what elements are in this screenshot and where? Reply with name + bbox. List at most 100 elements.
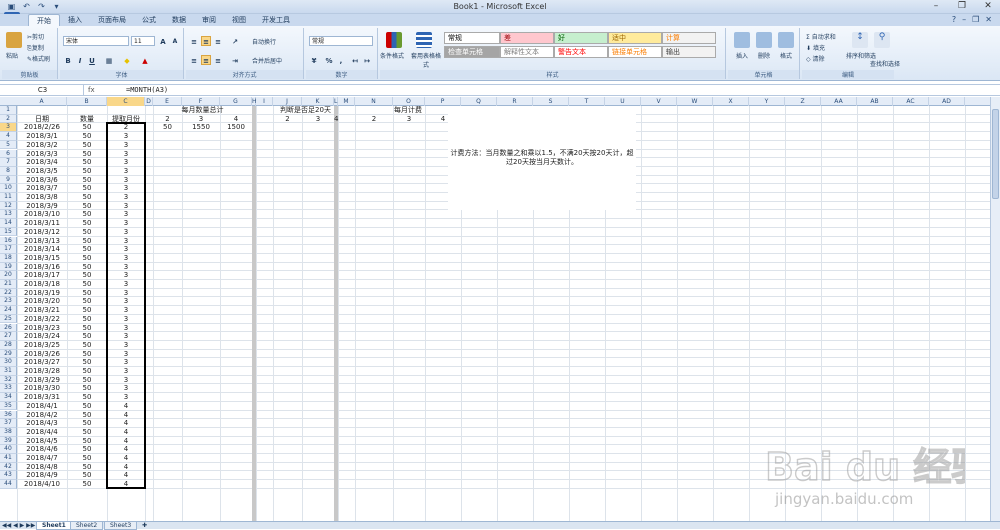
cell[interactable]: 50: [67, 428, 107, 436]
row-header[interactable]: 34: [0, 393, 17, 402]
number-format-combo[interactable]: 常规: [309, 36, 373, 46]
border-icon[interactable]: ▦: [104, 55, 114, 65]
cell[interactable]: 2018/3/7: [17, 184, 67, 192]
tab-5[interactable]: 审阅: [194, 14, 224, 26]
restore-icon[interactable]: ❐: [956, 1, 968, 11]
sheet-nav-arrows-icon[interactable]: ◀◀ ◀ ▶ ▶▶: [2, 522, 35, 529]
cell[interactable]: 4: [220, 115, 252, 123]
cell[interactable]: 2018/3/1: [17, 132, 67, 140]
cell-style-8[interactable]: 链接单元格: [608, 46, 662, 58]
orientation-icon[interactable]: ↗: [230, 36, 240, 46]
cell[interactable]: 50: [67, 402, 107, 410]
row-header[interactable]: 41: [0, 454, 17, 463]
cell[interactable]: 2018/3/20: [17, 297, 67, 305]
decrease-decimal-icon[interactable]: ↦: [362, 55, 372, 65]
row-header[interactable]: 10: [0, 184, 17, 193]
column-header-S[interactable]: S: [533, 97, 569, 106]
cell[interactable]: 50: [67, 463, 107, 471]
cell[interactable]: 2018/3/8: [17, 193, 67, 201]
column-header-E[interactable]: E: [153, 97, 182, 106]
cell[interactable]: 2018/3/31: [17, 393, 67, 401]
cell[interactable]: 50: [67, 254, 107, 262]
shrink-font-button[interactable]: A: [170, 36, 180, 46]
cell[interactable]: 2018/3/12: [17, 228, 67, 236]
cell[interactable]: 2018/3/28: [17, 367, 67, 375]
cell[interactable]: 2018/4/2: [17, 411, 67, 419]
column-header-X[interactable]: X: [713, 97, 749, 106]
cell[interactable]: 2: [273, 115, 302, 123]
ribbon-close-icon[interactable]: ✕: [985, 15, 992, 24]
row-header[interactable]: 23: [0, 297, 17, 307]
column-header-F[interactable]: F: [182, 97, 220, 106]
cell-style-0[interactable]: 常规: [444, 32, 500, 44]
row-header[interactable]: 13: [0, 210, 17, 220]
tab-3[interactable]: 公式: [134, 14, 164, 26]
row-header[interactable]: 44: [0, 480, 17, 489]
cell[interactable]: 50: [67, 193, 107, 201]
column-header-AA[interactable]: AA: [821, 97, 857, 106]
row-header[interactable]: 2: [0, 114, 17, 124]
cell[interactable]: 2018/3/25: [17, 341, 67, 349]
row-header[interactable]: 18: [0, 253, 17, 263]
cell[interactable]: 50: [67, 384, 107, 392]
minimize-icon[interactable]: –: [930, 1, 942, 11]
cell-style-5[interactable]: 检查单元格: [444, 46, 500, 58]
cell[interactable]: 50: [67, 202, 107, 210]
row-header[interactable]: 15: [0, 227, 17, 237]
cell[interactable]: 3: [182, 115, 220, 123]
tab-2[interactable]: 页面布局: [90, 14, 134, 26]
increase-decimal-icon[interactable]: ↤: [350, 55, 360, 65]
cell[interactable]: 判断是否足20天: [273, 106, 338, 114]
table-format-icon[interactable]: [416, 32, 432, 48]
row-header[interactable]: 19: [0, 262, 17, 272]
cell[interactable]: 50: [67, 471, 107, 479]
cell[interactable]: 50: [67, 184, 107, 192]
cell[interactable]: 3: [302, 115, 334, 123]
row-header[interactable]: 6: [0, 149, 17, 159]
conditional-format-icon[interactable]: [386, 32, 402, 48]
cell[interactable]: 2018/3/5: [17, 167, 67, 175]
column-header-W[interactable]: W: [677, 97, 713, 106]
cell[interactable]: 50: [67, 411, 107, 419]
cell-style-2[interactable]: 好: [554, 32, 608, 44]
cell[interactable]: 2018/3/24: [17, 332, 67, 340]
row-header[interactable]: 12: [0, 201, 17, 211]
underline-button[interactable]: U: [87, 55, 97, 65]
row-header[interactable]: 42: [0, 462, 17, 472]
row-header[interactable]: 14: [0, 219, 17, 228]
column-header-C[interactable]: C: [107, 97, 145, 106]
cell[interactable]: 2018/3/9: [17, 202, 67, 210]
cell[interactable]: 2018/4/1: [17, 402, 67, 410]
row-header[interactable]: 38: [0, 427, 17, 437]
tab-0[interactable]: 开始: [28, 14, 60, 26]
cell[interactable]: 3: [393, 115, 425, 123]
column-header-V[interactable]: V: [641, 97, 677, 106]
cell[interactable]: 2018/2/26: [17, 123, 67, 131]
align-left-icon[interactable]: ≡: [189, 55, 199, 65]
cell[interactable]: 2018/3/22: [17, 315, 67, 323]
cell[interactable]: 50: [67, 393, 107, 401]
column-header-A[interactable]: A: [17, 97, 67, 106]
insert-button[interactable]: 插入: [736, 51, 748, 60]
align-middle-icon[interactable]: ≡: [201, 36, 211, 46]
cell[interactable]: 50: [67, 306, 107, 314]
cell[interactable]: 50: [67, 367, 107, 375]
row-header[interactable]: 28: [0, 340, 17, 350]
align-top-icon[interactable]: ≡: [189, 36, 199, 46]
tab-1[interactable]: 插入: [60, 14, 90, 26]
row-header[interactable]: 39: [0, 436, 17, 446]
cell[interactable]: 50: [67, 132, 107, 140]
cell[interactable]: 每月计费: [355, 106, 461, 114]
row-header[interactable]: 3: [0, 123, 17, 133]
cell[interactable]: 50: [67, 437, 107, 445]
cell[interactable]: 50: [67, 280, 107, 288]
cell[interactable]: 2018/3/18: [17, 280, 67, 288]
cell[interactable]: 2018/3/21: [17, 306, 67, 314]
cell[interactable]: 2018/4/9: [17, 471, 67, 479]
format-cells-icon[interactable]: [778, 32, 794, 48]
font-name-combo[interactable]: 宋体: [63, 36, 129, 46]
row-header[interactable]: 16: [0, 236, 17, 246]
sort-filter-icon[interactable]: ↕: [852, 32, 868, 48]
delete-cells-icon[interactable]: [756, 32, 772, 48]
cell[interactable]: 50: [67, 376, 107, 384]
